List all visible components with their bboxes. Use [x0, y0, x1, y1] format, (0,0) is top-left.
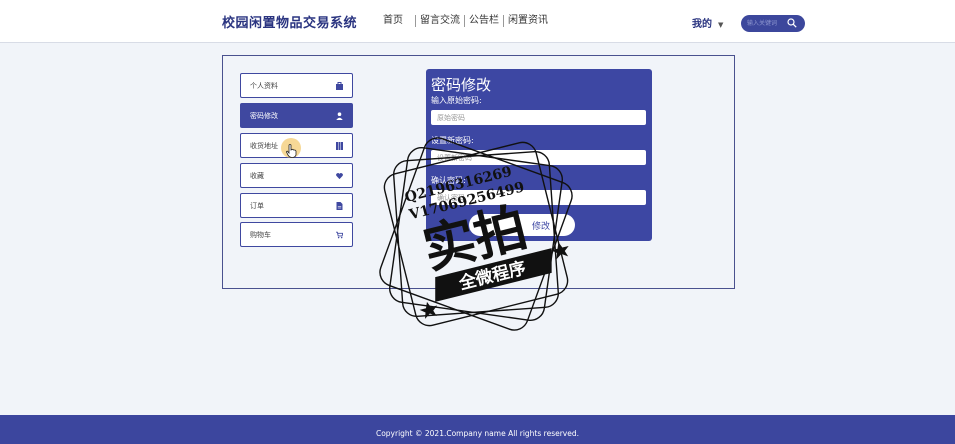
sidebar-item-label: 购物车: [250, 231, 271, 239]
sidebar-item-orders[interactable]: 订单: [240, 193, 353, 218]
old-password-field[interactable]: 原始密码: [431, 110, 646, 125]
site-title: 校园闲置物品交易系统: [222, 16, 358, 31]
document-icon: [336, 202, 343, 210]
form-title: 密码修改: [431, 76, 492, 94]
user-menu[interactable]: 我的 ▼: [692, 15, 723, 30]
nav-home[interactable]: 首页: [383, 15, 415, 27]
copyright-text: Copyright © 2021.Company name All rights…: [375, 429, 580, 438]
search-input[interactable]: 输入关键词: [747, 18, 777, 27]
chevron-down-icon: ▼: [718, 21, 724, 29]
top-header: 校园闲置物品交易系统 首页 留言交流 公告栏 闲置资讯 我的 ▼ 输入关键词: [0, 0, 955, 43]
nav-notice[interactable]: 公告栏: [465, 15, 504, 27]
sidebar-item-favorites[interactable]: 收藏: [240, 163, 353, 188]
hand-cursor-icon: [286, 144, 297, 158]
search-box[interactable]: 输入关键词: [741, 15, 805, 32]
map-icon: [336, 142, 343, 150]
page-footer: Copyright © 2021.Company name All rights…: [0, 415, 955, 444]
sidebar-item-password[interactable]: 密码修改: [240, 103, 353, 128]
search-icon[interactable]: [787, 18, 797, 28]
nav-news[interactable]: 闲置资讯: [504, 15, 552, 27]
briefcase-icon: [336, 82, 343, 90]
main-nav: 首页 留言交流 公告栏 闲置资讯: [383, 15, 552, 27]
user-icon: [336, 112, 343, 120]
heart-icon: [336, 173, 343, 180]
nav-messages[interactable]: 留言交流: [415, 15, 465, 27]
sidebar-item-cart[interactable]: 购物车: [240, 222, 353, 247]
old-password-label: 输入原始密码:: [431, 96, 482, 105]
cart-icon: [336, 231, 343, 239]
sidebar-item-label: 订单: [250, 202, 264, 210]
user-menu-label: 我的: [692, 19, 712, 30]
sidebar-item-profile[interactable]: 个人资料: [240, 73, 353, 98]
sidebar-item-label: 个人资料: [250, 82, 278, 90]
sidebar-item-label: 收藏: [250, 172, 264, 180]
sidebar-item-label: 收货地址: [250, 142, 278, 150]
old-password-placeholder: 原始密码: [437, 114, 465, 122]
sidebar-item-label: 密码修改: [250, 112, 278, 120]
watermark-stamp: Q2196316269 V17069256499 实拍 全微程序: [379, 137, 573, 331]
